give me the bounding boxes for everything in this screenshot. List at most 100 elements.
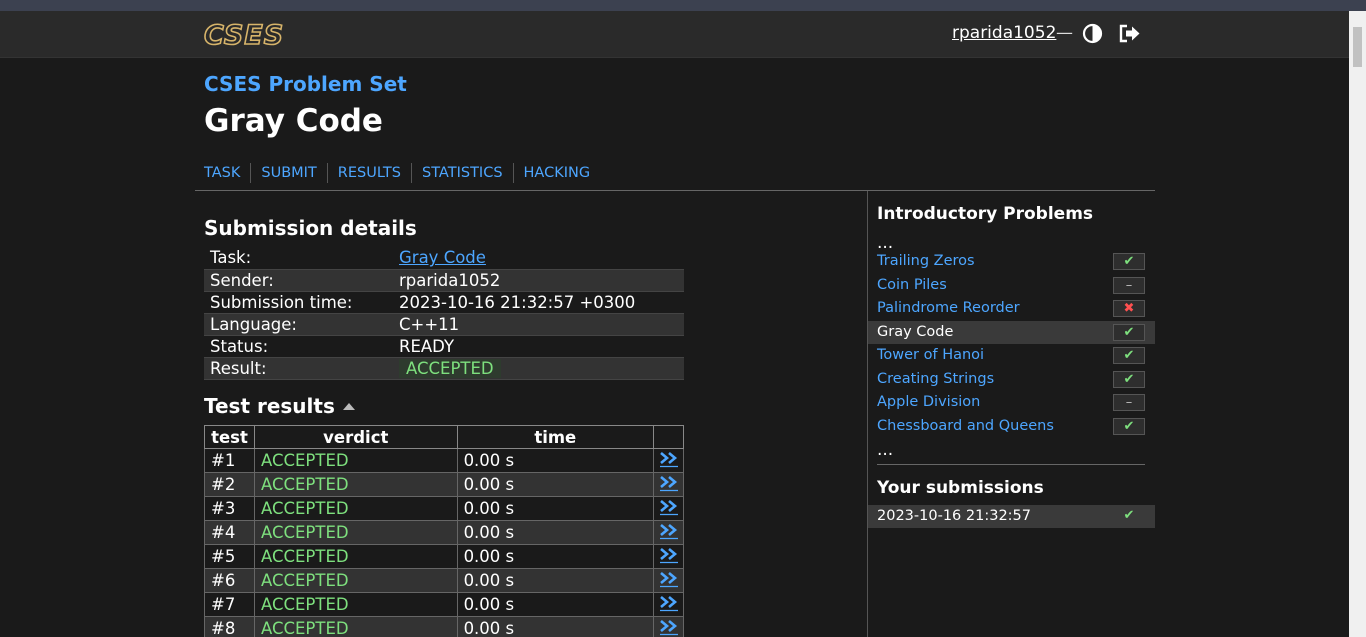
- view-test-link[interactable]: [653, 448, 684, 473]
- test-verdict: ACCEPTED: [253, 544, 458, 569]
- tab-results[interactable]: RESULTS: [338, 163, 412, 183]
- problem-link[interactable]: Gray Code: [877, 324, 953, 340]
- problem-item[interactable]: Tower of Hanoi ✔: [868, 344, 1155, 368]
- theme-toggle-icon[interactable]: [1082, 23, 1103, 44]
- test-verdict: ACCEPTED: [253, 448, 458, 473]
- double-chevron-right-icon[interactable]: [659, 474, 679, 492]
- problem-link[interactable]: Chessboard and Queens: [877, 418, 1054, 434]
- view-test-link[interactable]: [653, 520, 684, 545]
- your-submissions-heading: Your submissions: [877, 478, 1044, 498]
- col-view: [653, 425, 684, 449]
- problem-list: Trailing Zeros ✔ Coin Piles – Palindrome Reo…: [868, 250, 1155, 438]
- logout-icon[interactable]: [1118, 23, 1141, 44]
- test-number: #3: [204, 496, 255, 521]
- problem-status-icon: ✔: [1113, 417, 1145, 435]
- details-row: Submission time: 2023-10-16 21:32:57 +03…: [204, 291, 684, 313]
- col-verdict: verdict: [253, 425, 458, 449]
- problem-link[interactable]: Creating Strings: [877, 371, 994, 387]
- double-chevron-right-icon[interactable]: [659, 570, 679, 588]
- view-test-link[interactable]: [653, 568, 684, 593]
- sidebar-divider-line: [877, 464, 1145, 465]
- tab-submit[interactable]: SUBMIT: [261, 163, 328, 183]
- table-row: #6 ACCEPTED 0.00 s: [204, 568, 684, 593]
- problem-link[interactable]: Coin Piles: [877, 277, 947, 293]
- double-chevron-right-icon[interactable]: [659, 546, 679, 564]
- test-verdict: ACCEPTED: [253, 496, 458, 521]
- test-verdict: ACCEPTED: [253, 472, 458, 497]
- details-value: rparida1052: [393, 268, 684, 292]
- submission-row[interactable]: 2023-10-16 21:32:57 ✔: [868, 505, 1155, 528]
- tab-task[interactable]: TASK: [204, 163, 252, 183]
- problem-item[interactable]: Apple Division –: [868, 391, 1155, 415]
- test-number: #8: [204, 616, 255, 637]
- test-time: 0.00 s: [456, 568, 655, 593]
- test-time: 0.00 s: [456, 496, 655, 521]
- problem-status-icon: ✔: [1113, 370, 1145, 388]
- table-row: #8 ACCEPTED 0.00 s: [204, 616, 684, 637]
- scrollbar-thumb[interactable]: [1353, 27, 1362, 67]
- test-results-heading[interactable]: Test results: [204, 394, 355, 418]
- page-scrollbar[interactable]: [1349, 11, 1366, 637]
- problem-set-link[interactable]: CSES Problem Set: [204, 72, 407, 96]
- problem-item[interactable]: Creating Strings ✔: [868, 368, 1155, 392]
- username-link[interactable]: rparida1052: [952, 23, 1056, 43]
- double-chevron-right-icon[interactable]: [659, 594, 679, 612]
- problem-status-icon: ✖: [1113, 300, 1145, 317]
- submission-details-heading: Submission details: [204, 216, 417, 240]
- view-test-link[interactable]: [653, 592, 684, 617]
- content-divider: [195, 190, 1155, 191]
- test-number: #5: [204, 544, 255, 569]
- double-chevron-right-icon[interactable]: [659, 522, 679, 540]
- submission-details-table: Task: Gray Code Sender: rparida1052 Subm…: [204, 247, 684, 380]
- test-time: 0.00 s: [456, 448, 655, 473]
- page-title: Gray Code: [204, 103, 383, 139]
- result-badge: ACCEPTED: [399, 358, 501, 378]
- test-number: #2: [204, 472, 255, 497]
- problem-link[interactable]: Trailing Zeros: [877, 253, 975, 269]
- cses-logo[interactable]: CSES: [203, 19, 284, 52]
- details-key: Sender:: [204, 268, 393, 292]
- test-time: 0.00 s: [456, 616, 655, 637]
- task-link[interactable]: Gray Code: [399, 248, 486, 267]
- details-value: READY: [399, 336, 455, 356]
- view-test-link[interactable]: [653, 472, 684, 497]
- submission-status-icon: ✔: [1123, 508, 1135, 523]
- table-row: #2 ACCEPTED 0.00 s: [204, 472, 684, 497]
- table-row: #3 ACCEPTED 0.00 s: [204, 496, 684, 521]
- problem-status-icon: ✔: [1113, 347, 1145, 364]
- view-test-link[interactable]: [653, 616, 684, 637]
- details-row: Result: ACCEPTED: [204, 356, 684, 380]
- details-key: Result:: [204, 356, 393, 380]
- test-time: 0.00 s: [456, 520, 655, 545]
- details-value: ACCEPTED: [393, 356, 684, 380]
- test-number: #4: [204, 520, 255, 545]
- problem-link[interactable]: Palindrome Reorder: [877, 300, 1020, 316]
- problem-link[interactable]: Apple Division: [877, 394, 980, 410]
- submission-time-link[interactable]: 2023-10-16 21:32:57: [877, 508, 1031, 524]
- problem-item[interactable]: Trailing Zeros ✔: [868, 250, 1155, 274]
- sidebar-heading: Introductory Problems: [877, 204, 1094, 224]
- test-rows: #1 ACCEPTED 0.00 s #2 ACCEPTED 0.00 s #3 ACCEPT…: [204, 448, 684, 637]
- problem-item[interactable]: Palindrome Reorder ✖: [868, 297, 1155, 321]
- problem-tabs: TASK SUBMIT RESULTS STATISTICS HACKING: [204, 163, 610, 183]
- double-chevron-right-icon[interactable]: [659, 498, 679, 516]
- view-test-link[interactable]: [653, 496, 684, 521]
- problem-item[interactable]: Chessboard and Queens ✔: [868, 415, 1155, 439]
- details-row: Task: Gray Code: [204, 247, 684, 269]
- double-chevron-right-icon[interactable]: [659, 618, 679, 636]
- problem-item[interactable]: Coin Piles –: [868, 274, 1155, 298]
- problem-status-icon: –: [1113, 276, 1145, 294]
- problem-status-icon: ✔: [1113, 323, 1145, 341]
- problem-link[interactable]: Tower of Hanoi: [877, 347, 984, 363]
- col-time: time: [456, 425, 655, 449]
- details-key: Task:: [210, 248, 252, 268]
- double-chevron-right-icon[interactable]: [659, 450, 679, 468]
- collapse-caret-icon[interactable]: [342, 403, 355, 410]
- table-row: #5 ACCEPTED 0.00 s: [204, 544, 684, 569]
- test-number: #1: [204, 448, 255, 473]
- tab-hacking[interactable]: HACKING: [524, 163, 601, 183]
- tab-statistics[interactable]: STATISTICS: [422, 163, 514, 183]
- problem-item[interactable]: Gray Code ✔: [868, 320, 1155, 344]
- details-key: Status:: [210, 336, 269, 356]
- view-test-link[interactable]: [653, 544, 684, 569]
